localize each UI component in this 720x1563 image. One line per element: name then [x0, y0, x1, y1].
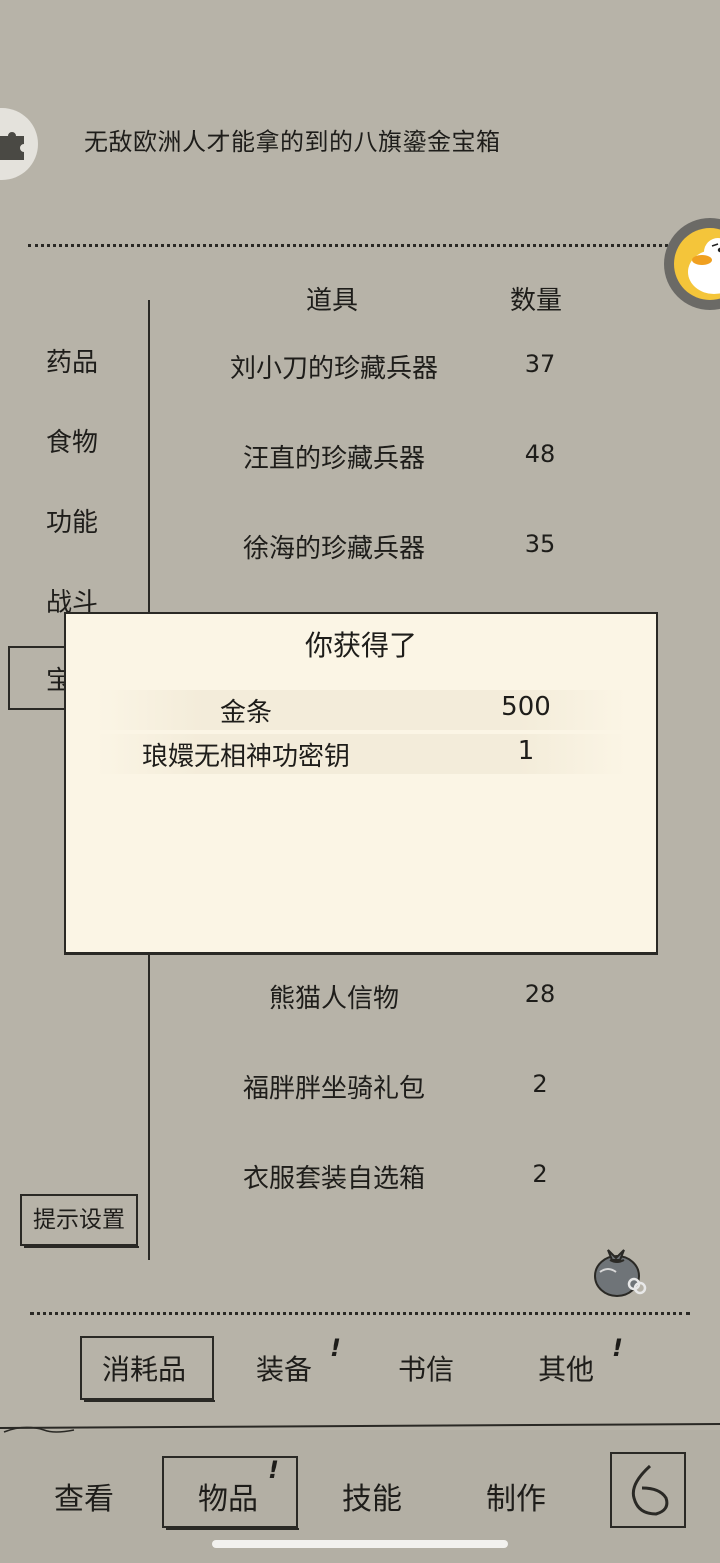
item-row-qty: 28	[524, 980, 556, 1008]
item-row-qty: 2	[532, 1160, 548, 1188]
category-function[interactable]: 功能	[46, 502, 98, 539]
dialog-title: 你获得了	[304, 629, 417, 662]
reward-row: 金条 500	[96, 690, 626, 730]
item-row-name[interactable]: 徐海的珍藏兵器	[184, 528, 484, 565]
category-food[interactable]: 食物	[46, 422, 98, 459]
nav-view[interactable]: 查看	[54, 1474, 114, 1518]
reward-name: 琅嬛无相神功密钥	[141, 742, 350, 772]
column-header-item: 道具	[306, 286, 359, 316]
reward-qty: 500	[501, 692, 551, 722]
item-row-qty: 2	[532, 1070, 548, 1098]
items-alert-mark: !	[268, 1456, 279, 1484]
category-medicine[interactable]: 药品	[46, 342, 98, 379]
item-description: 无敌欧洲人才能拿的到的八旗鎏金宝箱	[84, 128, 501, 156]
column-header-quantity: 数量	[510, 286, 563, 316]
reward-name: 金条	[219, 698, 272, 728]
puzzle-icon[interactable]	[0, 108, 38, 180]
item-row-name[interactable]: 刘小刀的珍藏兵器	[184, 348, 484, 385]
reward-row: 琅嬛无相神功密钥 1	[96, 734, 626, 774]
duck-mascot-icon[interactable]	[664, 218, 720, 310]
nav-craft[interactable]: 制作	[486, 1474, 546, 1518]
other-alert-mark: !	[612, 1334, 623, 1362]
reward-qty: 1	[517, 736, 535, 766]
back-button[interactable]	[610, 1452, 686, 1528]
tab-consumables-label: 消耗品	[102, 1353, 187, 1386]
back-arrow-icon	[631, 1464, 669, 1516]
hint-settings-button[interactable]: 提示设置	[20, 1194, 139, 1248]
divider-bottom	[30, 1312, 690, 1315]
divider-top	[28, 244, 668, 247]
tab-other[interactable]: 其他	[538, 1348, 594, 1388]
item-row-name[interactable]: 汪直的珍藏兵器	[184, 438, 484, 475]
reward-dialog[interactable]: 你获得了 金条 500 琅嬛无相神功密钥 1	[64, 612, 658, 954]
item-row-name[interactable]: 熊猫人信物	[184, 978, 484, 1015]
home-indicator[interactable]	[212, 1540, 508, 1548]
item-row-qty: 48	[524, 440, 556, 468]
nav-items-label: 物品	[198, 1482, 258, 1517]
equipment-alert-mark: !	[330, 1334, 341, 1362]
item-row-qty: 35	[524, 530, 556, 558]
item-row-qty: 37	[524, 350, 556, 378]
item-row-name[interactable]: 福胖胖坐骑礼包	[184, 1068, 484, 1105]
nav-skills[interactable]: 技能	[342, 1474, 402, 1518]
money-bag-icon[interactable]	[590, 1236, 648, 1302]
tab-equipment[interactable]: 装备	[256, 1348, 312, 1388]
item-row-name[interactable]: 衣服套装自选箱	[184, 1158, 484, 1195]
tab-letters[interactable]: 书信	[398, 1348, 454, 1388]
